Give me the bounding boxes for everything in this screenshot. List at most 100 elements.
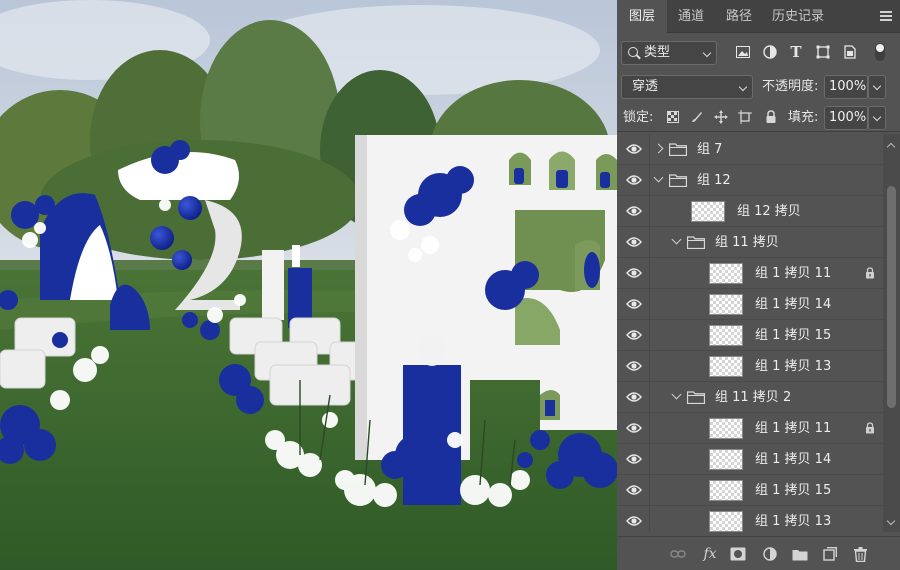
layer-filter-row: 类型 T <box>617 37 900 67</box>
search-icon <box>628 47 638 57</box>
layer-divider <box>649 444 650 475</box>
opacity-input[interactable]: 100% <box>824 75 868 99</box>
toggle-knob <box>876 44 884 52</box>
smart-object-filter-icon[interactable] <box>841 43 859 61</box>
layer-row[interactable]: 组 1 拷贝 13 <box>617 351 883 382</box>
lock-position-icon[interactable] <box>713 109 729 125</box>
lock-fill-row: 锁定: 填充: 100% <box>617 104 900 132</box>
layer-group-row[interactable]: 组 12 <box>617 165 883 196</box>
lock-artboard-icon[interactable] <box>737 109 753 125</box>
filter-toggle[interactable] <box>875 43 885 61</box>
layer-row[interactable]: 组 1 拷贝 14 <box>617 289 883 320</box>
eye-icon[interactable] <box>626 360 642 372</box>
layer-group-row[interactable]: 组 11 拷贝 <box>617 227 883 258</box>
layer-divider <box>649 196 650 227</box>
layer-divider <box>649 475 650 506</box>
opacity-slider-button[interactable] <box>868 75 886 99</box>
chevron-down-icon <box>702 48 712 58</box>
eye-icon[interactable] <box>626 484 642 496</box>
blend-mode-dropdown[interactable]: 穿透 <box>621 75 753 99</box>
chevron-down-icon <box>872 112 882 122</box>
panel-menu-icon[interactable] <box>880 11 892 21</box>
eye-icon[interactable] <box>626 422 642 434</box>
layer-divider <box>649 134 650 165</box>
tab-channels[interactable]: 通道 <box>667 0 715 33</box>
fill-slider-button[interactable] <box>868 106 886 130</box>
lock-label: 锁定: <box>623 110 654 125</box>
scrollbar-thumb[interactable] <box>887 186 896 408</box>
layers-bottom-toolbar: fx <box>617 536 900 570</box>
eye-icon[interactable] <box>626 391 642 403</box>
new-layer-icon[interactable] <box>821 545 839 563</box>
filter-kind-dropdown[interactable]: 类型 <box>621 41 717 65</box>
layer-row[interactable]: 组 1 拷贝 11 <box>617 413 883 444</box>
new-group-icon[interactable] <box>791 545 809 563</box>
layer-group-row[interactable]: 组 7 <box>617 134 883 165</box>
chevron-right-icon[interactable] <box>653 143 664 154</box>
lock-all-icon[interactable] <box>763 109 779 125</box>
document-canvas[interactable] <box>0 0 617 570</box>
tab-layers[interactable]: 图层 <box>617 0 667 33</box>
eye-icon[interactable] <box>626 236 642 248</box>
layer-name: 组 1 拷贝 13 <box>755 359 832 374</box>
layer-group-row[interactable]: 组 11 拷贝 2 <box>617 382 883 413</box>
fill-input[interactable]: 100% <box>824 106 868 130</box>
eye-icon[interactable] <box>626 453 642 465</box>
eye-icon[interactable] <box>626 174 642 186</box>
layer-list-scrollbar[interactable] <box>883 134 900 532</box>
tab-history[interactable]: 历史记录 <box>763 0 833 33</box>
adjustment-filter-icon[interactable] <box>761 43 779 61</box>
layer-row[interactable]: 组 12 拷贝 <box>617 196 883 227</box>
layer-row[interactable]: 组 1 拷贝 13 <box>617 506 883 532</box>
layer-thumbnail <box>709 511 743 532</box>
layer-name: 组 1 拷贝 13 <box>755 514 832 529</box>
link-layers-icon[interactable] <box>669 545 687 563</box>
chevron-down-icon[interactable] <box>671 389 682 400</box>
folder-icon <box>668 174 688 188</box>
lock-icon <box>865 422 875 434</box>
type-filter-icon[interactable]: T <box>787 43 805 61</box>
folder-icon <box>686 391 706 405</box>
layer-row[interactable]: 组 1 拷贝 15 <box>617 320 883 351</box>
folder-icon <box>668 143 688 157</box>
scroll-down-icon[interactable] <box>886 516 896 526</box>
layer-name: 组 1 拷贝 15 <box>755 328 832 343</box>
layer-thumbnail <box>709 263 743 284</box>
eye-icon[interactable] <box>626 515 642 527</box>
layer-thumbnail <box>691 201 725 222</box>
layer-divider <box>649 258 650 289</box>
layer-name: 组 11 拷贝 2 <box>715 390 792 405</box>
eye-icon[interactable] <box>626 329 642 341</box>
filter-kind-label: 类型 <box>644 45 671 60</box>
eye-icon[interactable] <box>626 205 642 217</box>
eye-icon[interactable] <box>626 143 642 155</box>
layer-name: 组 12 拷贝 <box>737 204 801 219</box>
layer-row[interactable]: 组 1 拷贝 14 <box>617 444 883 475</box>
scroll-up-icon[interactable] <box>886 142 896 152</box>
layer-thumbnail <box>709 356 743 377</box>
panel-tab-bar: 图层 通道 路径 历史记录 <box>617 0 900 33</box>
tab-paths[interactable]: 路径 <box>715 0 763 33</box>
new-adjustment-layer-icon[interactable] <box>761 545 779 563</box>
lock-image-pixels-icon[interactable] <box>689 109 705 125</box>
pixel-filter-icon[interactable] <box>734 43 752 61</box>
layer-row[interactable]: 组 1 拷贝 15 <box>617 475 883 506</box>
chevron-down-icon[interactable] <box>653 172 664 183</box>
add-mask-icon[interactable] <box>729 545 747 563</box>
shape-filter-icon[interactable] <box>814 43 832 61</box>
fill-label: 填充: <box>788 110 819 125</box>
blend-mode-value: 穿透 <box>632 79 659 94</box>
layer-thumbnail <box>709 325 743 346</box>
layer-style-fx-icon[interactable]: fx <box>701 545 719 563</box>
layer-divider <box>649 382 650 413</box>
layer-name: 组 1 拷贝 15 <box>755 483 832 498</box>
layer-name: 组 1 拷贝 11 <box>755 266 832 281</box>
eye-icon[interactable] <box>626 298 642 310</box>
layer-row[interactable]: 组 1 拷贝 11 <box>617 258 883 289</box>
eye-icon[interactable] <box>626 267 642 279</box>
lock-transparent-pixels-icon[interactable] <box>665 109 681 125</box>
layer-name: 组 1 拷贝 11 <box>755 421 832 436</box>
delete-layer-icon[interactable] <box>851 545 869 563</box>
layer-list: 组 7 组 12 组 12 拷贝组 11 拷贝组 1 拷贝 11 组 1 拷贝 14 组… <box>617 134 883 532</box>
chevron-down-icon[interactable] <box>671 234 682 245</box>
